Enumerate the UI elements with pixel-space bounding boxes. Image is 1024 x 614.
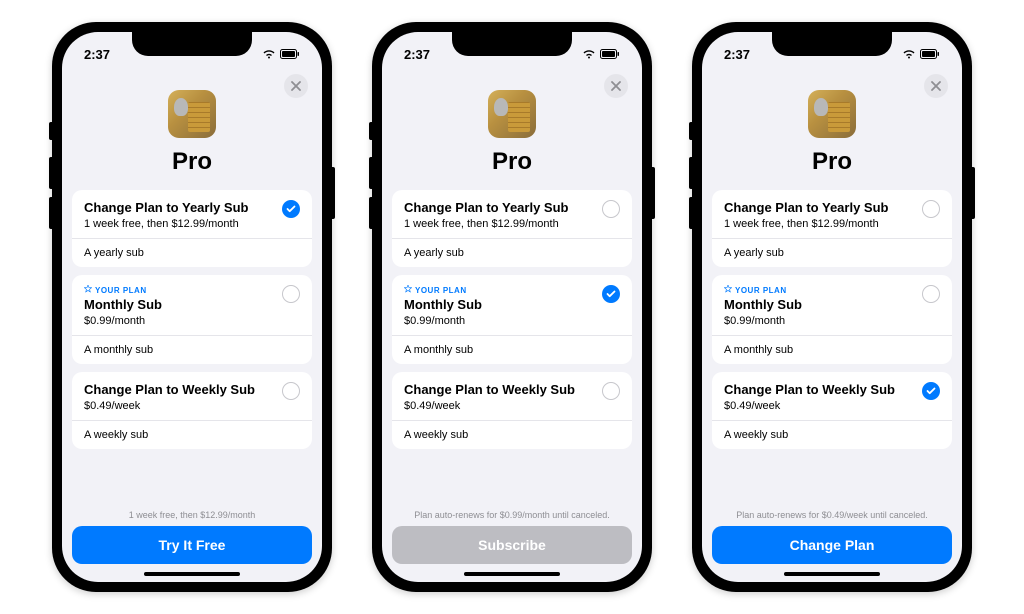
status-time: 2:37 [724,41,750,62]
plan-title: Change Plan to Yearly Sub [404,200,602,215]
star-icon [724,285,732,295]
radio-unselected-icon [282,285,300,303]
plan-desc: A weekly sub [712,420,952,449]
your-plan-badge: YOUR PLAN [724,285,922,295]
radio-unselected-icon [922,200,940,218]
battery-icon [600,47,620,62]
radio-selected-icon [282,200,300,218]
phone-frame-1: 2:37 Pro Change Plan to Yearly Sub 1 wee… [52,22,332,592]
plan-desc: A weekly sub [392,420,632,449]
plan-desc: A monthly sub [72,335,312,364]
plan-desc: A monthly sub [392,335,632,364]
badge-text: YOUR PLAN [415,286,467,295]
radio-unselected-icon [602,382,620,400]
header: Pro [702,70,962,190]
plan-title: Monthly Sub [404,297,602,312]
header: Pro [62,70,322,190]
plan-weekly[interactable]: Change Plan to Weekly Sub $0.49/week A w… [392,372,632,449]
wifi-icon [582,47,596,62]
plan-desc: A yearly sub [712,238,952,267]
battery-icon [920,47,940,62]
plan-price: 1 week free, then $12.99/month [724,218,922,230]
plan-desc: A yearly sub [72,238,312,267]
page-title: Pro [172,148,212,176]
star-icon [84,285,92,295]
plan-price: $0.99/month [84,315,282,327]
phone-frame-2: 2:37 Pro Change Plan to Yearly Sub 1 wee… [372,22,652,592]
plan-price: $0.49/week [84,400,282,412]
plan-list: Change Plan to Yearly Sub 1 week free, t… [62,190,322,504]
plan-list: Change Plan to Yearly Sub 1 week free, t… [382,190,642,504]
header: Pro [382,70,642,190]
app-icon [168,90,216,138]
close-icon [611,79,621,94]
notch [452,32,572,56]
plan-title: Change Plan to Weekly Sub [724,382,922,397]
close-icon [291,79,301,94]
close-button[interactable] [924,74,948,98]
battery-icon [280,47,300,62]
home-indicator[interactable] [464,572,560,576]
footer: 1 week free, then $12.99/month Try It Fr… [62,504,322,582]
phone-frame-3: 2:37 Pro Change Plan to Yearly Sub 1 wee… [692,22,972,592]
plan-price: $0.49/week [404,400,602,412]
plan-title: Change Plan to Yearly Sub [84,200,282,215]
plan-title: Change Plan to Weekly Sub [404,382,602,397]
home-indicator[interactable] [784,572,880,576]
app-icon [488,90,536,138]
wifi-icon [262,47,276,62]
radio-unselected-icon [922,285,940,303]
subscribe-button[interactable]: Subscribe [392,526,632,564]
close-button[interactable] [284,74,308,98]
plan-price: 1 week free, then $12.99/month [404,218,602,230]
footer-note: 1 week free, then $12.99/month [72,510,312,520]
home-indicator[interactable] [144,572,240,576]
status-time: 2:37 [404,41,430,62]
footer-note: Plan auto-renews for $0.49/week until ca… [712,510,952,520]
plan-yearly[interactable]: Change Plan to Yearly Sub 1 week free, t… [712,190,952,267]
page-title: Pro [812,148,852,176]
badge-text: YOUR PLAN [95,286,147,295]
page-title: Pro [492,148,532,176]
plan-desc: A monthly sub [712,335,952,364]
app-icon [808,90,856,138]
plan-monthly[interactable]: YOUR PLAN Monthly Sub $0.99/month A mont… [72,275,312,364]
plan-list: Change Plan to Yearly Sub 1 week free, t… [702,190,962,504]
change-plan-button[interactable]: Change Plan [712,526,952,564]
plan-price: $0.49/week [724,400,922,412]
plan-price: $0.99/month [724,315,922,327]
footer: Plan auto-renews for $0.49/week until ca… [702,504,962,582]
badge-text: YOUR PLAN [735,286,787,295]
notch [772,32,892,56]
plan-yearly[interactable]: Change Plan to Yearly Sub 1 week free, t… [392,190,632,267]
radio-unselected-icon [602,200,620,218]
wifi-icon [902,47,916,62]
radio-selected-icon [602,285,620,303]
footer-note: Plan auto-renews for $0.99/month until c… [392,510,632,520]
plan-monthly[interactable]: YOUR PLAN Monthly Sub $0.99/month A mont… [392,275,632,364]
plan-yearly[interactable]: Change Plan to Yearly Sub 1 week free, t… [72,190,312,267]
your-plan-badge: YOUR PLAN [84,285,282,295]
radio-unselected-icon [282,382,300,400]
close-button[interactable] [604,74,628,98]
notch [132,32,252,56]
plan-monthly[interactable]: YOUR PLAN Monthly Sub $0.99/month A mont… [712,275,952,364]
plan-desc: A yearly sub [392,238,632,267]
plan-price: $0.99/month [404,315,602,327]
radio-selected-icon [922,382,940,400]
plan-title: Monthly Sub [84,297,282,312]
try-free-button[interactable]: Try It Free [72,526,312,564]
close-icon [931,79,941,94]
plan-price: 1 week free, then $12.99/month [84,218,282,230]
star-icon [404,285,412,295]
footer: Plan auto-renews for $0.99/month until c… [382,504,642,582]
plan-title: Change Plan to Weekly Sub [84,382,282,397]
status-time: 2:37 [84,41,110,62]
your-plan-badge: YOUR PLAN [404,285,602,295]
plan-title: Monthly Sub [724,297,922,312]
plan-weekly[interactable]: Change Plan to Weekly Sub $0.49/week A w… [72,372,312,449]
plan-title: Change Plan to Yearly Sub [724,200,922,215]
plan-desc: A weekly sub [72,420,312,449]
plan-weekly[interactable]: Change Plan to Weekly Sub $0.49/week A w… [712,372,952,449]
